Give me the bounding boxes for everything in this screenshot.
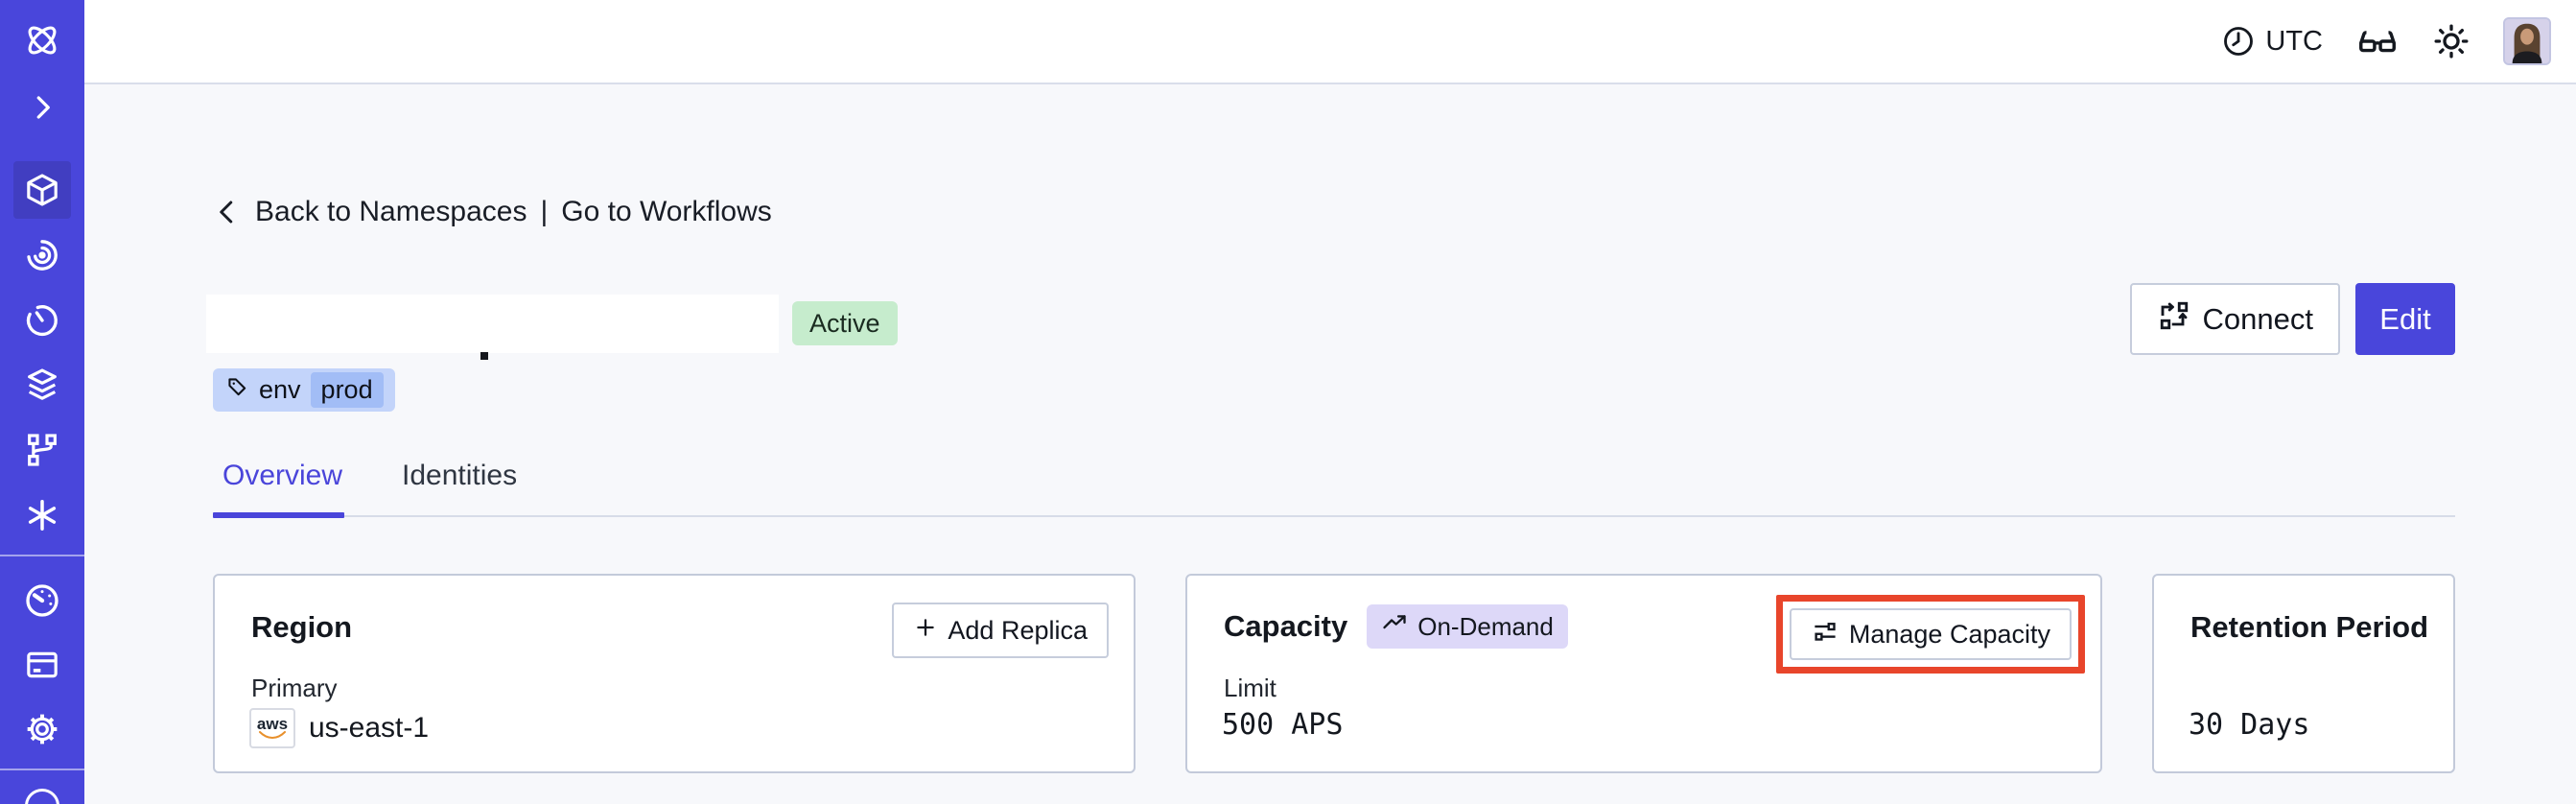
connect-button[interactable]: Connect [2129,283,2340,355]
spiral-icon [27,240,58,271]
avatar[interactable] [2503,17,2551,65]
region-card: Region Add Replica Primary aws us-east-1 [213,574,1136,773]
timezone-selector[interactable]: UTC [2221,24,2323,59]
sidebar-divider [0,769,84,770]
tag-icon [224,374,249,406]
gear-icon [27,714,58,745]
clock-icon [2221,24,2256,59]
on-demand-badge: On-Demand [1367,604,1568,649]
sidebar-item-nexus[interactable] [0,423,84,477]
cube-icon [27,174,58,206]
edit-button[interactable]: Edit [2355,283,2455,355]
connect-label: Connect [2202,301,2313,336]
capacity-card-title: Capacity [1224,609,1348,643]
sidebar-divider [0,555,84,556]
namespace-details-page: UTC Back to Namespaces | Go to Workflows… [0,0,2576,804]
layers-icon [28,368,57,400]
back-chevron-icon[interactable] [213,198,242,226]
edit-label: Edit [2379,301,2431,336]
tab-bar: Overview Identities [222,460,517,517]
region-value: us-east-1 [309,712,430,744]
glasses-icon[interactable] [2355,19,2400,63]
capacity-limit-value: 500 APS [1222,708,1344,742]
on-demand-label: On-Demand [1417,611,1554,641]
tag-key: env [259,375,301,404]
retention-card-title: Retention Period [2190,610,2429,644]
capacity-card: Capacity On-Demand Manage Capacity Limit… [1185,574,2102,773]
limit-label: Limit [1224,674,1276,702]
timezone-label: UTC [2265,25,2323,57]
sidebar-item-support[interactable] [25,789,59,804]
sidebar [0,0,84,804]
chevron-right-icon[interactable] [0,81,84,134]
sidebar-item-deployments[interactable] [0,358,84,412]
temporal-logo-icon[interactable] [0,13,84,67]
tab-identities[interactable]: Identities [402,460,517,517]
branch-icon [28,434,57,466]
aws-logo: aws [249,708,295,748]
brightness-icon[interactable] [2432,22,2471,60]
go-to-workflows-link[interactable]: Go to Workflows [561,196,772,228]
connect-icon [2157,298,2191,341]
plus-icon [913,615,938,647]
sidebar-item-settings[interactable] [0,702,84,756]
status-badge: Active [792,301,898,345]
sidebar-item-namespaces[interactable] [0,163,84,217]
sidebar-item-batch-operations[interactable] [0,488,84,542]
namespace-tag-chip: env prod [213,368,395,412]
main-content: Back to Namespaces | Go to Workflows Act… [84,86,2576,804]
breadcrumb: Back to Namespaces | Go to Workflows [213,196,772,228]
billing-icon [27,651,58,678]
retention-card: Retention Period 30 Days [2152,574,2455,773]
manage-capacity-button[interactable]: Manage Capacity [1789,608,2072,660]
gauge-icon [26,584,59,617]
trending-up-icon [1381,610,1408,644]
top-bar: UTC [84,0,2576,84]
add-replica-label: Add Replica [948,615,1088,645]
timer-icon [26,305,58,337]
tag-value: prod [310,372,384,408]
sidebar-item-usage[interactable] [0,574,84,627]
add-replica-button[interactable]: Add Replica [892,603,1109,658]
namespace-name-artifact [480,352,488,360]
breadcrumb-separator: | [540,196,549,227]
sidebar-item-schedules[interactable] [0,294,84,347]
sidebar-item-workflows[interactable] [0,228,84,282]
asterisk-icon [28,500,57,531]
manage-capacity-label: Manage Capacity [1848,619,2050,649]
sidebar-item-billing[interactable] [0,638,84,692]
retention-value: 30 Days [2189,708,2310,742]
region-card-title: Region [251,610,353,644]
sliders-icon [1811,617,1839,652]
primary-label: Primary [251,674,338,702]
tab-overview[interactable]: Overview [222,460,342,517]
namespace-name-redaction [206,295,779,353]
active-tab-indicator [213,512,344,518]
back-to-namespaces-link[interactable]: Back to Namespaces [255,196,527,228]
tabs-divider [213,515,2455,517]
attention-highlight-box: Manage Capacity [1775,595,2085,674]
